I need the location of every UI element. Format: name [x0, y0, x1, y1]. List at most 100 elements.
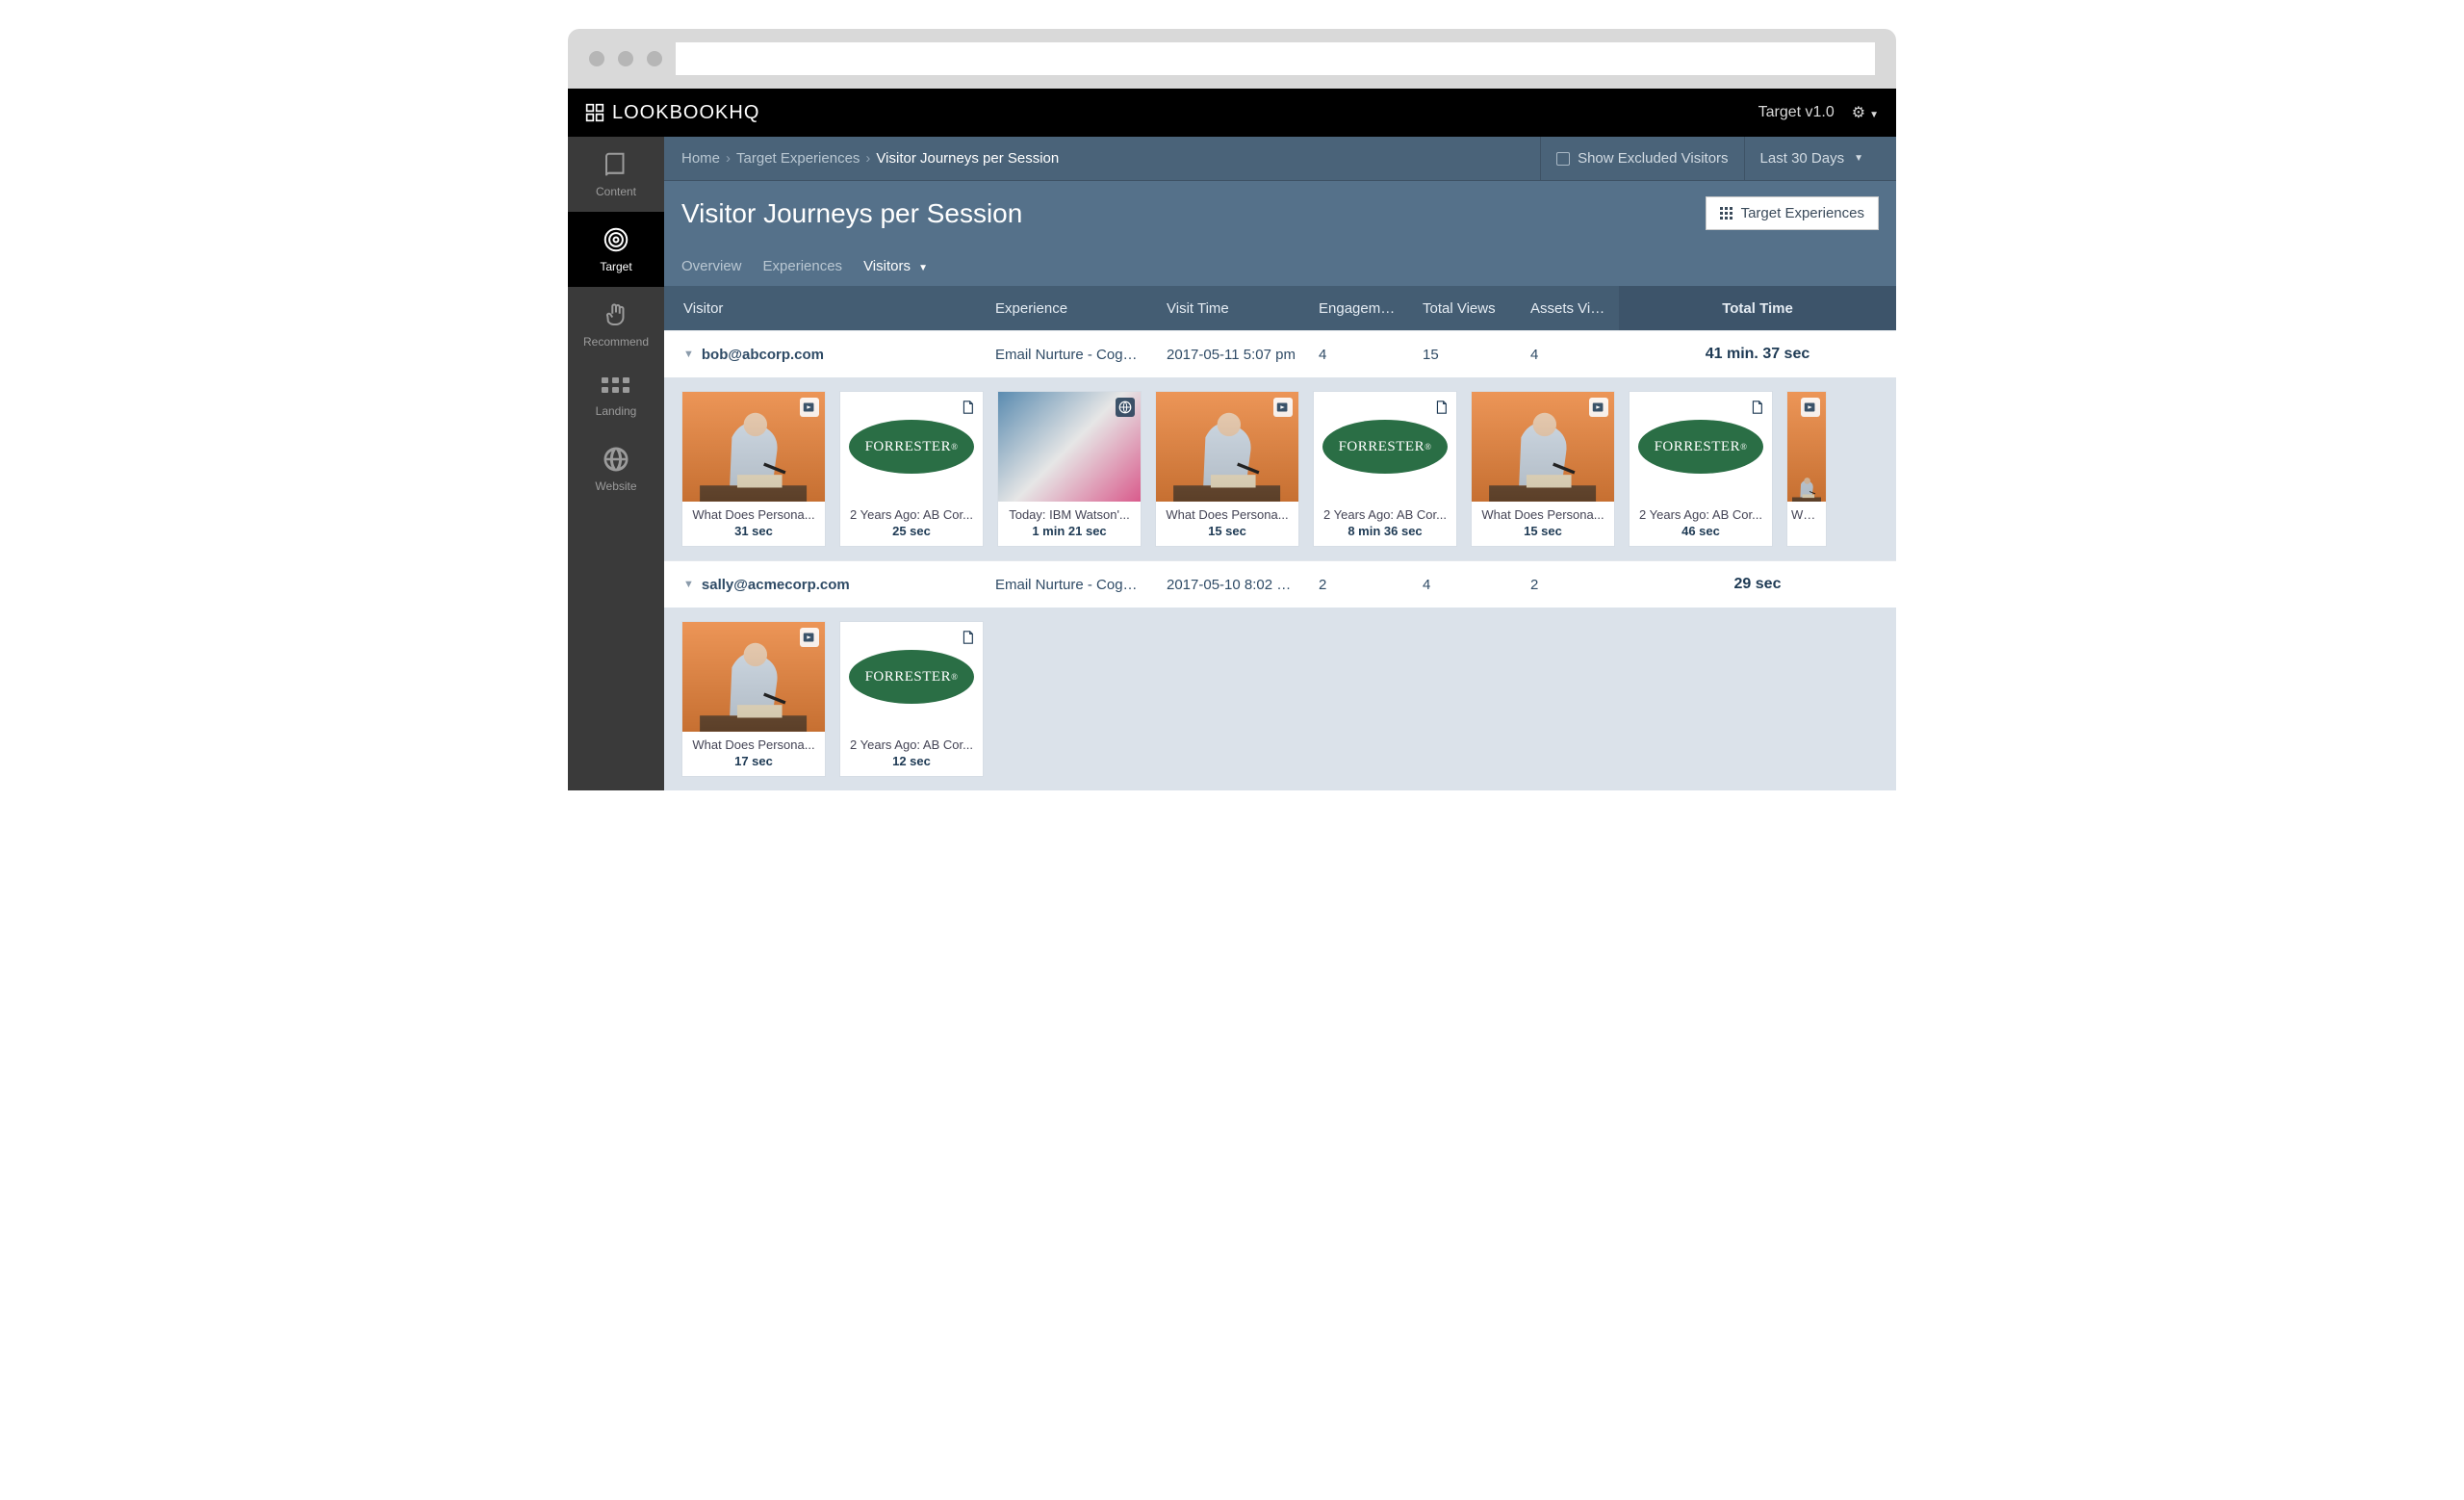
page-header: Visitor Journeys per Session Target Expe…: [664, 181, 1896, 246]
browser-frame: LOOKBOOKHQ Target v1.0 ⚙▼ Content: [568, 29, 1896, 790]
date-filter[interactable]: Last 30 Days ▼: [1744, 137, 1879, 181]
cell-assets-viewed: 2: [1519, 577, 1619, 593]
visitor-row: ▼bob@abcorp.comEmail Nurture - Cogniti..…: [664, 330, 1896, 560]
cell-total-time: 29 sec: [1619, 576, 1896, 593]
window-dot: [647, 51, 662, 66]
asset-title: 2 Years Ago: AB Cor...: [1637, 507, 1764, 522]
sidebar-item-content[interactable]: Content: [568, 137, 664, 212]
col-total-views[interactable]: Total Views: [1411, 300, 1519, 317]
caret-down-icon: ▼: [1869, 110, 1879, 120]
asset-time: 1 min 21 sec: [1006, 524, 1133, 538]
asset-card[interactable]: What D: [1786, 391, 1827, 547]
show-excluded-toggle[interactable]: Show Excluded Visitors: [1540, 137, 1743, 181]
target-icon: [602, 225, 630, 254]
breadcrumb: Home › Target Experiences › Visitor Jour…: [664, 137, 1896, 181]
url-bar[interactable]: [676, 42, 1875, 75]
crumb-l1[interactable]: Target Experiences: [736, 150, 860, 167]
asset-time: 17 sec: [690, 754, 817, 768]
sidebar-item-website[interactable]: Website: [568, 431, 664, 506]
sidebar-item-landing[interactable]: Landing: [568, 362, 664, 431]
sidebar-item-recommend[interactable]: Recommend: [568, 287, 664, 362]
web-icon: [1116, 398, 1135, 417]
checkbox-icon: [1556, 152, 1570, 166]
hand-icon: [602, 300, 630, 329]
asset-title: What Does Persona...: [690, 737, 817, 752]
visitor-summary[interactable]: ▼bob@abcorp.comEmail Nurture - Cogniti..…: [664, 331, 1896, 377]
crumb-home[interactable]: Home: [681, 150, 720, 167]
sidebar-label: Content: [596, 185, 636, 198]
pdf-icon: [958, 398, 977, 417]
date-filter-label: Last 30 Days: [1760, 150, 1845, 167]
col-assets[interactable]: Assets View...: [1519, 300, 1619, 317]
pdf-icon: [1747, 398, 1766, 417]
cell-experience: Email Nurture - Cogniti...: [984, 577, 1155, 593]
sidebar-label: Target: [600, 260, 631, 273]
globe-icon: [602, 445, 630, 474]
pdf-icon: [958, 628, 977, 647]
asset-card[interactable]: FORRESTER®2 Years Ago: AB Cor...12 sec: [839, 621, 984, 777]
cell-total-views: 4: [1411, 577, 1519, 593]
window-dot: [618, 51, 633, 66]
asset-card[interactable]: What Does Persona... 15 sec: [1155, 391, 1299, 547]
asset-card[interactable]: What Does Persona... 31 sec: [681, 391, 826, 547]
asset-strip: What Does Persona...17 secFORRESTER®2 Ye…: [664, 608, 1896, 790]
caret-down-icon: ▼: [918, 263, 928, 273]
visitor-summary[interactable]: ▼ sally@acmecorp.com Email Nurture - Cogni…: [664, 561, 1896, 608]
tab-overview[interactable]: Overview: [681, 258, 742, 274]
cell-experience: Email Nurture - Cogniti...: [984, 347, 1155, 363]
caret-down-icon: ▼: [1854, 153, 1863, 164]
col-total-time[interactable]: Total Time: [1619, 286, 1896, 330]
asset-title: What Does Persona...: [1164, 507, 1291, 522]
asset-card[interactable]: FORRESTER®2 Years Ago: AB Cor...8 min 36…: [1313, 391, 1457, 547]
visitor-email: bob@abcorp.com: [702, 347, 824, 363]
crumb-sep: ›: [726, 150, 731, 167]
asset-card[interactable]: What Does Persona...15 sec: [1471, 391, 1615, 547]
asset-card[interactable]: FORRESTER®2 Years Ago: AB Cor...25 sec: [839, 391, 984, 547]
cell-visit-time: 2017-05-10 8:02 pm: [1155, 577, 1307, 593]
grid-icon: [602, 375, 630, 399]
table-header: Visitor Experience Visit Time Engagemen.…: [664, 286, 1896, 330]
col-visitor[interactable]: Visitor: [664, 300, 984, 317]
video-icon: [1589, 398, 1608, 417]
asset-card[interactable]: Today: IBM Watson'... 1 min 21 sec: [997, 391, 1142, 547]
col-engagement[interactable]: Engagemen...: [1307, 300, 1411, 317]
asset-time: 15 sec: [1479, 524, 1606, 538]
browser-toolbar: [568, 29, 1896, 89]
asset-card[interactable]: FORRESTER®2 Years Ago: AB Cor...46 sec: [1629, 391, 1773, 547]
tabs: Overview Experiences Visitors ▼: [664, 246, 1896, 286]
topbar: LOOKBOOKHQ Target v1.0 ⚙▼: [568, 89, 1896, 137]
asset-time: 31 sec: [690, 524, 817, 538]
tab-experiences[interactable]: Experiences: [763, 258, 843, 274]
cell-engagement: 2: [1307, 577, 1411, 593]
asset-time: 12 sec: [848, 754, 975, 768]
cell-total-views: 15: [1411, 347, 1519, 363]
asset-title: What D: [1791, 507, 1822, 522]
page-title: Visitor Journeys per Session: [681, 198, 1022, 229]
col-visit-time[interactable]: Visit Time: [1155, 300, 1307, 317]
show-excluded-label: Show Excluded Visitors: [1578, 150, 1728, 167]
cell-engagement: 4: [1307, 347, 1411, 363]
version-label: Target v1.0: [1758, 104, 1835, 121]
asset-time: 15 sec: [1164, 524, 1291, 538]
brand[interactable]: LOOKBOOKHQ: [585, 102, 759, 124]
crumb-current: Visitor Journeys per Session: [876, 150, 1059, 167]
visitor-row: ▼ sally@acmecorp.com Email Nurture - Cogni…: [664, 560, 1896, 790]
target-experiences-button[interactable]: Target Experiences: [1706, 196, 1879, 230]
asset-title: Today: IBM Watson'...: [1006, 507, 1133, 522]
asset-time: 8 min 36 sec: [1322, 524, 1449, 538]
disclose-icon: ▼: [683, 579, 694, 590]
asset-title: What Does Persona...: [690, 507, 817, 522]
tab-visitors[interactable]: Visitors ▼: [863, 258, 928, 274]
gear-icon: ⚙: [1852, 105, 1865, 121]
target-experiences-label: Target Experiences: [1741, 205, 1864, 221]
asset-title: 2 Years Ago: AB Cor...: [848, 737, 975, 752]
window-dot: [589, 51, 604, 66]
col-experience[interactable]: Experience: [984, 300, 1155, 317]
asset-title: 2 Years Ago: AB Cor...: [1322, 507, 1449, 522]
settings-menu[interactable]: ⚙▼: [1852, 103, 1879, 122]
asset-card[interactable]: What Does Persona... 17 sec: [681, 621, 826, 777]
video-icon: [800, 628, 819, 647]
visitor-email: sally@acmecorp.com: [702, 577, 850, 593]
cell-visit-time: 2017-05-11 5:07 pm: [1155, 347, 1307, 363]
sidebar-item-target[interactable]: Target: [568, 212, 664, 287]
